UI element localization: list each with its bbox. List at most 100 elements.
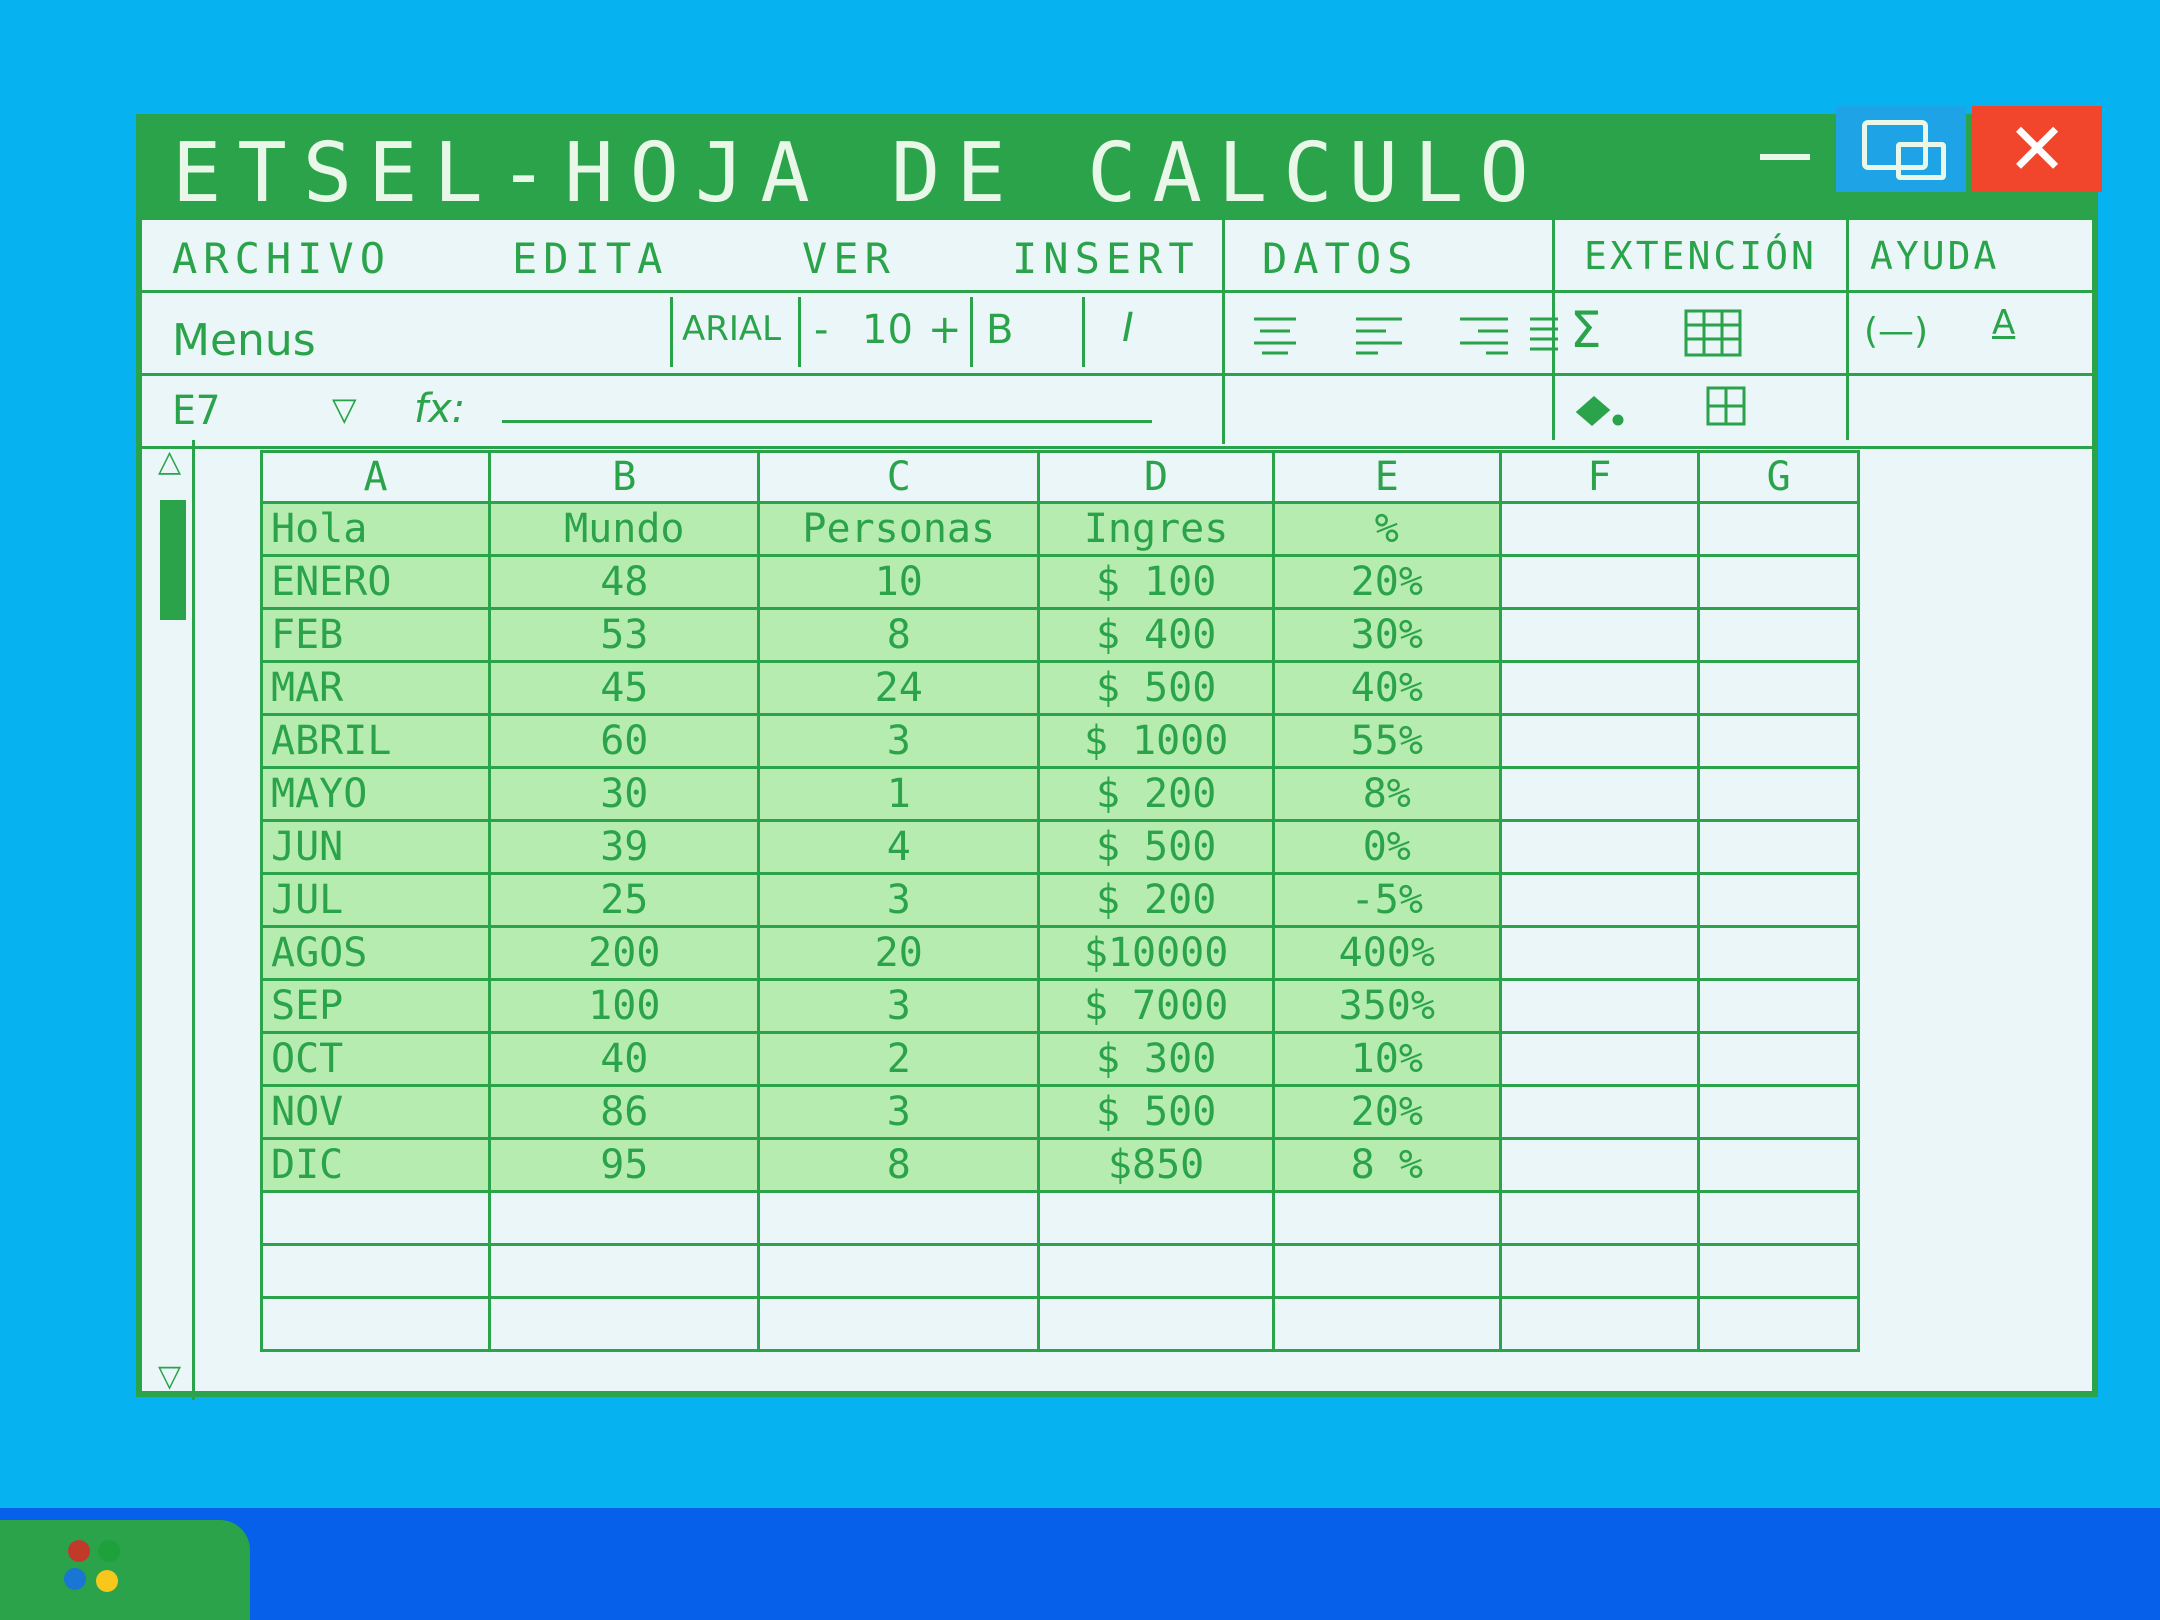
empty-cell[interactable] (1697, 554, 1860, 610)
cell-a13[interactable]: DIC (259, 1137, 492, 1193)
cell-b5[interactable]: 60 (488, 713, 761, 769)
cell-d5[interactable]: $ 1000 (1037, 713, 1276, 769)
align-buttons[interactable] (1246, 313, 1586, 357)
empty-cell[interactable] (1498, 1296, 1701, 1352)
empty-cell[interactable] (1272, 1243, 1502, 1299)
column-header-d[interactable]: D (1037, 450, 1276, 504)
empty-cell[interactable] (488, 1190, 761, 1246)
cell-c3[interactable]: 8 (757, 607, 1041, 663)
menu-ayuda[interactable]: AYUDA (1870, 234, 1999, 278)
cell-b12[interactable]: 86 (488, 1084, 761, 1140)
cell-c5[interactable]: 3 (757, 713, 1041, 769)
font-size-decrease-button[interactable]: - (814, 307, 828, 353)
menu-edita[interactable]: EDITA (512, 234, 668, 283)
empty-cell[interactable] (1498, 925, 1701, 981)
empty-cell[interactable] (757, 1296, 1041, 1352)
title-bar[interactable]: ETSEL-HOJA DE CALCULO ✕ (142, 106, 2102, 221)
cell-e5[interactable]: 55% (1272, 713, 1502, 769)
fill-color-icon[interactable] (1572, 384, 1632, 432)
cell-e6[interactable]: 8% (1272, 766, 1502, 822)
column-header-c[interactable]: C (757, 450, 1041, 504)
empty-cell[interactable] (1498, 819, 1701, 875)
empty-cell[interactable] (1037, 1243, 1276, 1299)
menu-ver[interactable]: VER (802, 234, 896, 283)
cell-b10[interactable]: 100 (488, 978, 761, 1034)
empty-cell[interactable] (1272, 1190, 1502, 1246)
align-right-icon[interactable] (1460, 317, 1508, 355)
cell-a4[interactable]: MAR (259, 660, 492, 716)
empty-cell[interactable] (1498, 1243, 1701, 1299)
cell-a11[interactable]: OCT (259, 1031, 492, 1087)
empty-cell[interactable] (1498, 1031, 1701, 1087)
cell-e12[interactable]: 20% (1272, 1084, 1502, 1140)
empty-cell[interactable] (1697, 1137, 1860, 1193)
bold-button[interactable]: B (986, 307, 1013, 353)
undo-redo-button[interactable]: (—) (1864, 311, 1928, 352)
cell-reference[interactable]: E7 (172, 388, 220, 434)
cell-b1[interactable]: Mundo (488, 501, 761, 557)
empty-cell[interactable] (1037, 1296, 1276, 1352)
cell-c4[interactable]: 24 (757, 660, 1041, 716)
empty-cell[interactable] (1498, 554, 1701, 610)
maximize-button[interactable] (1836, 106, 1966, 192)
empty-cell[interactable] (1697, 1084, 1860, 1140)
empty-cell[interactable] (1498, 607, 1701, 663)
cell-e13[interactable]: 8 % (1272, 1137, 1502, 1193)
cell-a7[interactable]: JUN (259, 819, 492, 875)
cell-b13[interactable]: 95 (488, 1137, 761, 1193)
scroll-down-icon[interactable]: ▽ (158, 1359, 181, 1394)
cell-e10[interactable]: 350% (1272, 978, 1502, 1034)
cell-c8[interactable]: 3 (757, 872, 1041, 928)
cell-c1[interactable]: Personas (757, 501, 1041, 557)
cell-d1[interactable]: Ingres (1037, 501, 1276, 557)
cell-a12[interactable]: NOV (259, 1084, 492, 1140)
spreadsheet-grid[interactable]: A B C D E F G Hola Mundo Personas Ingres% EN… (259, 450, 1860, 1352)
empty-cell[interactable] (1697, 766, 1860, 822)
cell-d10[interactable]: $ 7000 (1037, 978, 1276, 1034)
empty-cell[interactable] (1697, 1243, 1860, 1299)
cell-b2[interactable]: 48 (488, 554, 761, 610)
cell-a8[interactable]: JUL (259, 872, 492, 928)
empty-cell[interactable] (1697, 819, 1860, 875)
empty-cell[interactable] (1498, 978, 1701, 1034)
column-header-b[interactable]: B (488, 450, 761, 504)
empty-cell[interactable] (1697, 660, 1860, 716)
empty-cell[interactable] (1697, 925, 1860, 981)
empty-cell[interactable] (1697, 1190, 1860, 1246)
empty-cell[interactable] (757, 1243, 1041, 1299)
cell-d6[interactable]: $ 200 (1037, 766, 1276, 822)
scrollbar-thumb[interactable] (160, 500, 186, 620)
empty-cell[interactable] (259, 1243, 492, 1299)
empty-cell[interactable] (1498, 1084, 1701, 1140)
empty-cell[interactable] (1697, 501, 1860, 557)
cell-c7[interactable]: 4 (757, 819, 1041, 875)
cell-c13[interactable]: 8 (757, 1137, 1041, 1193)
align-center-icon[interactable] (1254, 317, 1296, 355)
column-header-a[interactable]: A (259, 450, 492, 504)
menu-datos[interactable]: DATOS (1262, 234, 1418, 283)
empty-cell[interactable] (1498, 872, 1701, 928)
cell-a2[interactable]: ENERO (259, 554, 492, 610)
font-select[interactable]: ARIAL (682, 309, 781, 349)
close-button[interactable]: ✕ (1972, 106, 2102, 192)
cell-b3[interactable]: 53 (488, 607, 761, 663)
empty-cell[interactable] (259, 1190, 492, 1246)
empty-cell[interactable] (1272, 1296, 1502, 1352)
cell-reference-dropdown-icon[interactable]: ▽ (332, 390, 357, 428)
align-left-icon[interactable] (1356, 317, 1402, 355)
empty-cell[interactable] (1498, 1137, 1701, 1193)
vertical-scrollbar[interactable]: △ ▽ (154, 440, 195, 1400)
cell-c2[interactable]: 10 (757, 554, 1041, 610)
empty-cell[interactable] (1697, 978, 1860, 1034)
table-format-icon[interactable] (1682, 303, 1746, 361)
cell-e3[interactable]: 30% (1272, 607, 1502, 663)
empty-cell[interactable] (1697, 607, 1860, 663)
empty-cell[interactable] (1498, 660, 1701, 716)
formula-input[interactable] (502, 420, 1152, 423)
empty-cell[interactable] (1697, 713, 1860, 769)
cell-d3[interactable]: $ 400 (1037, 607, 1276, 663)
cell-b8[interactable]: 25 (488, 872, 761, 928)
cell-d4[interactable]: $ 500 (1037, 660, 1276, 716)
empty-cell[interactable] (1498, 1190, 1701, 1246)
font-size-value[interactable]: 10 (862, 307, 913, 353)
